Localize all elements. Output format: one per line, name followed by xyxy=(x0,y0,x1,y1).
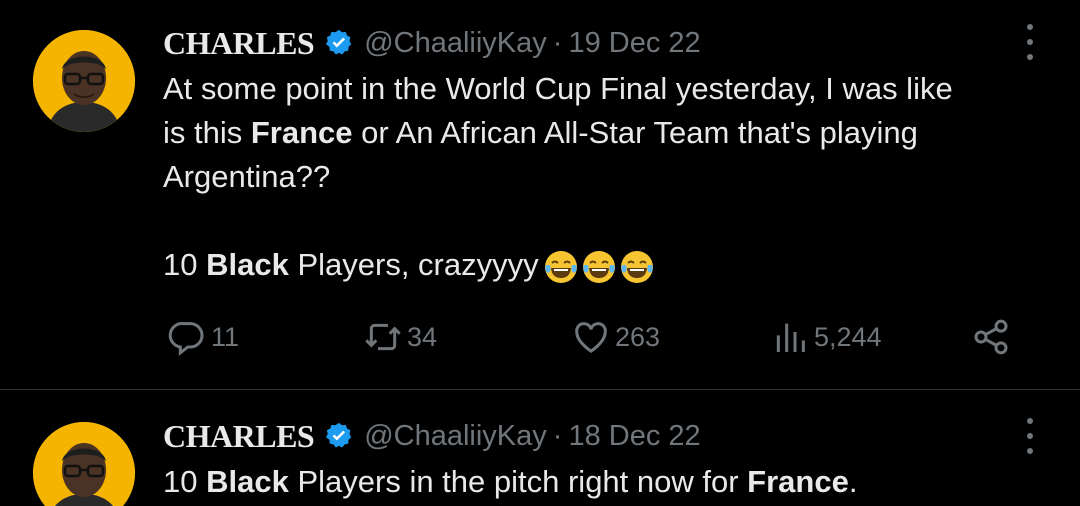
tweet-text-line: Argentina?? xyxy=(163,159,331,194)
tweet-text: 10 Black Players in the pitch right now … xyxy=(163,460,1053,504)
retweet-count: 34 xyxy=(407,321,438,352)
separator-dot: · xyxy=(552,26,563,59)
verified-badge-icon xyxy=(326,29,352,55)
more-icon[interactable] xyxy=(1024,24,1036,60)
like-count: 263 xyxy=(615,321,661,352)
like-icon xyxy=(575,322,607,353)
author-name[interactable]: CHARLES xyxy=(163,418,315,455)
bold-word: Black xyxy=(206,247,289,282)
tweet-text-line: is this France or An African All-Star Te… xyxy=(163,115,918,150)
reply-count: 11 xyxy=(211,321,240,352)
reply-button[interactable]: 11 xyxy=(167,312,239,362)
tweet-date[interactable]: 18 Dec 22 xyxy=(568,420,700,453)
retweet-icon xyxy=(365,323,401,351)
tweet-text-line: At some point in the World Cup Final yes… xyxy=(163,71,953,106)
tweet-text-line: 10 Black Players, crazyyyy xyxy=(163,243,1053,287)
bold-word: France xyxy=(250,115,353,150)
separator-dot: · xyxy=(552,419,563,452)
tweet-actions: 11 34 263 5,244 xyxy=(163,312,1023,362)
face-with-tears-of-joy-icon xyxy=(544,250,577,283)
face-with-tears-of-joy-icon xyxy=(582,250,615,283)
author-name[interactable]: CHARLES xyxy=(163,25,315,62)
author-handle[interactable]: @ChaaliiyKay xyxy=(364,420,547,453)
share-icon xyxy=(974,319,1008,355)
verified-badge-icon xyxy=(326,422,352,448)
reply-icon xyxy=(168,322,204,356)
share-button[interactable] xyxy=(971,312,1011,362)
bold-word: Black xyxy=(206,464,289,499)
tweet[interactable]: CHARLES @ChaaliiyKay · 19 Dec 22 At some… xyxy=(0,0,1080,390)
views-icon xyxy=(776,323,805,352)
like-button[interactable]: 263 xyxy=(571,312,660,362)
tweet-header: CHARLES @ChaaliiyKay · 19 Dec 22 xyxy=(163,23,701,63)
tweet-text: At some point in the World Cup Final yes… xyxy=(163,67,1053,287)
more-icon[interactable] xyxy=(1024,418,1036,454)
retweet-button[interactable]: 34 xyxy=(363,312,437,362)
tweet-date[interactable]: 19 Dec 22 xyxy=(568,27,700,60)
views-button[interactable]: 5,244 xyxy=(770,312,882,362)
views-count: 5,244 xyxy=(814,321,882,352)
avatar[interactable] xyxy=(33,30,135,132)
avatar[interactable] xyxy=(33,422,135,506)
author-handle[interactable]: @ChaaliiyKay xyxy=(364,27,547,60)
tweet-header: CHARLES @ChaaliiyKay · 18 Dec 22 xyxy=(163,416,701,456)
face-with-tears-of-joy-icon xyxy=(620,250,653,283)
tweet[interactable]: CHARLES @ChaaliiyKay · 18 Dec 22 10 Blac… xyxy=(0,390,1080,506)
tweet-text-line: 10 Black Players in the pitch right now … xyxy=(163,464,858,499)
bold-word: France xyxy=(747,464,849,499)
